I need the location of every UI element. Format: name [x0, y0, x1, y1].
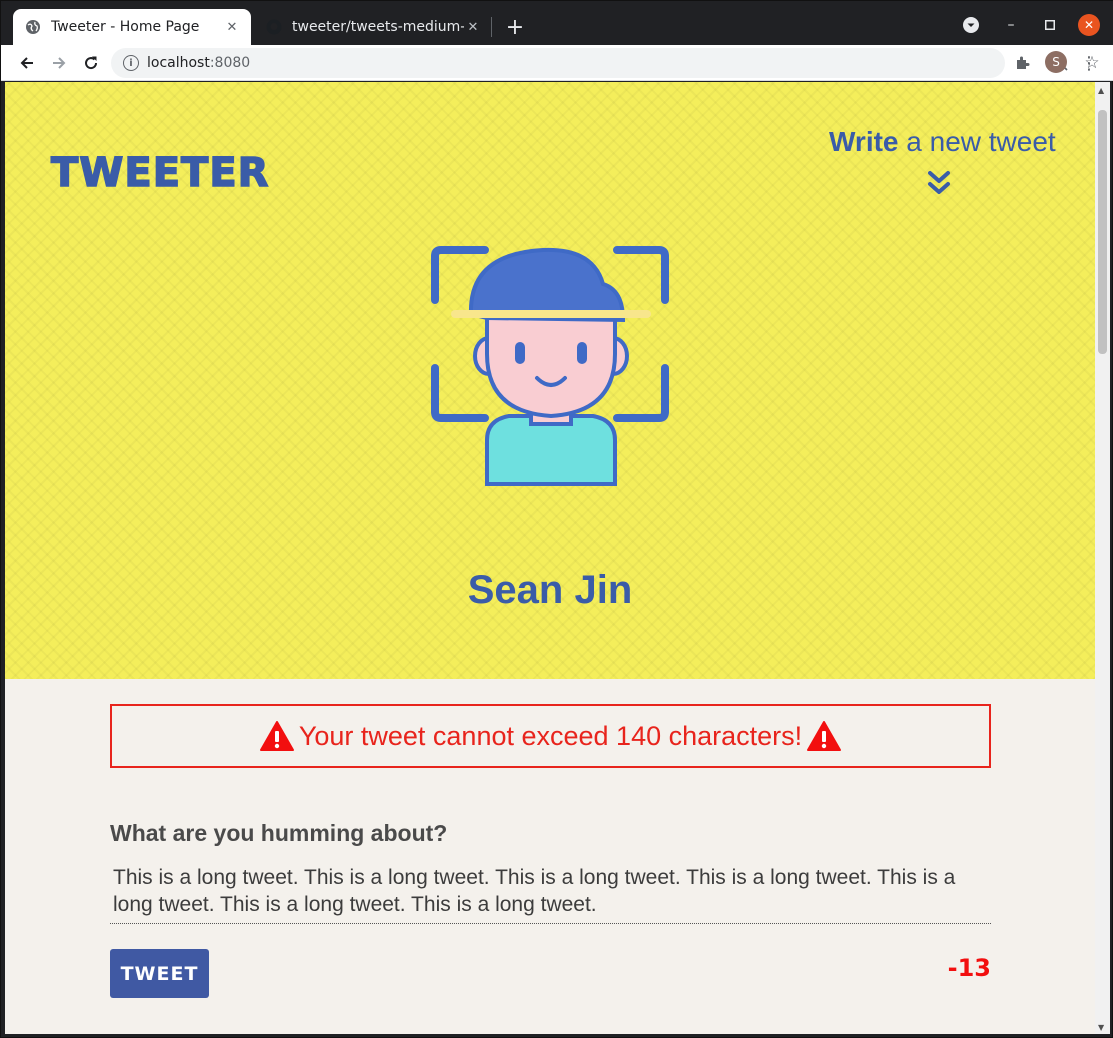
browser-window: Tweeter - Home Page ✕ tweeter/tweets-med… — [0, 0, 1113, 1038]
error-banner: Your tweet cannot exceed 140 characters! — [110, 704, 991, 768]
profile-header: TWEETER Write a new tweet Sean Jin — [5, 82, 1095, 679]
page-viewport: TWEETER Write a new tweet Sean Jin Your … — [5, 82, 1095, 1034]
maximize-icon[interactable] — [1038, 13, 1062, 37]
close-icon[interactable]: ✕ — [464, 18, 482, 36]
write-label-rest: a new tweet — [898, 126, 1056, 157]
tab-tweeter-home[interactable]: Tweeter - Home Page ✕ — [13, 9, 251, 45]
site-info-icon[interactable]: i — [123, 55, 139, 71]
warning-icon — [806, 720, 842, 752]
write-label-bold: Write — [829, 126, 899, 157]
minimize-icon[interactable]: – — [999, 13, 1023, 37]
github-icon — [266, 19, 282, 35]
tweeter-logo[interactable]: TWEETER — [50, 149, 269, 197]
warning-icon — [259, 720, 295, 752]
scroll-down-arrow-icon[interactable]: ▼ — [1098, 1023, 1104, 1032]
kebab-menu-icon[interactable]: ⋮ — [1075, 49, 1103, 77]
back-arrow-icon[interactable] — [13, 49, 41, 77]
new-tab-button[interactable]: + — [501, 13, 529, 41]
profile-avatar[interactable]: S — [1045, 51, 1067, 73]
close-icon[interactable]: ✕ — [223, 18, 241, 36]
extensions-puzzle-icon[interactable] — [1009, 49, 1037, 77]
tab-search-icon[interactable] — [959, 13, 983, 37]
tab-strip: Tweeter - Home Page ✕ tweeter/tweets-med… — [1, 1, 1113, 45]
reload-icon[interactable] — [77, 49, 105, 77]
page-scrollbar[interactable]: ▲ ▼ — [1095, 82, 1110, 1034]
tab-github[interactable]: tweeter/tweets-medium- ✕ — [254, 9, 492, 45]
scroll-up-arrow-icon[interactable]: ▲ — [1098, 86, 1104, 95]
face-scan-avatar-icon — [431, 244, 671, 489]
double-chevron-down-icon[interactable] — [927, 170, 951, 198]
tweet-textarea[interactable]: This is a long tweet. This is a long twe… — [110, 864, 991, 924]
error-message: Your tweet cannot exceed 140 characters! — [298, 720, 803, 751]
profile-name: Sean Jin — [467, 568, 633, 612]
compose-label: What are you humming about? — [110, 820, 448, 846]
url-port: :8080 — [209, 55, 251, 71]
write-new-tweet-link[interactable]: Write a new tweet — [829, 126, 1056, 158]
url-host: localhost — [147, 55, 210, 71]
tab-title: Tweeter - Home Page — [51, 19, 200, 35]
browser-toolbar: i localhost:8080 ☆ S ⋮ — [1, 45, 1113, 81]
character-counter: -13 — [947, 954, 991, 982]
forward-arrow-icon[interactable] — [45, 49, 73, 77]
address-bar[interactable]: i localhost:8080 ☆ — [111, 48, 1100, 78]
scroll-thumb[interactable] — [1098, 110, 1107, 354]
close-window-icon[interactable]: ✕ — [1078, 14, 1100, 36]
tab-title: tweeter/tweets-medium- — [292, 19, 464, 35]
globe-icon — [25, 19, 41, 35]
tweet-button[interactable]: TWEET — [110, 949, 209, 998]
tab-divider — [491, 17, 492, 37]
